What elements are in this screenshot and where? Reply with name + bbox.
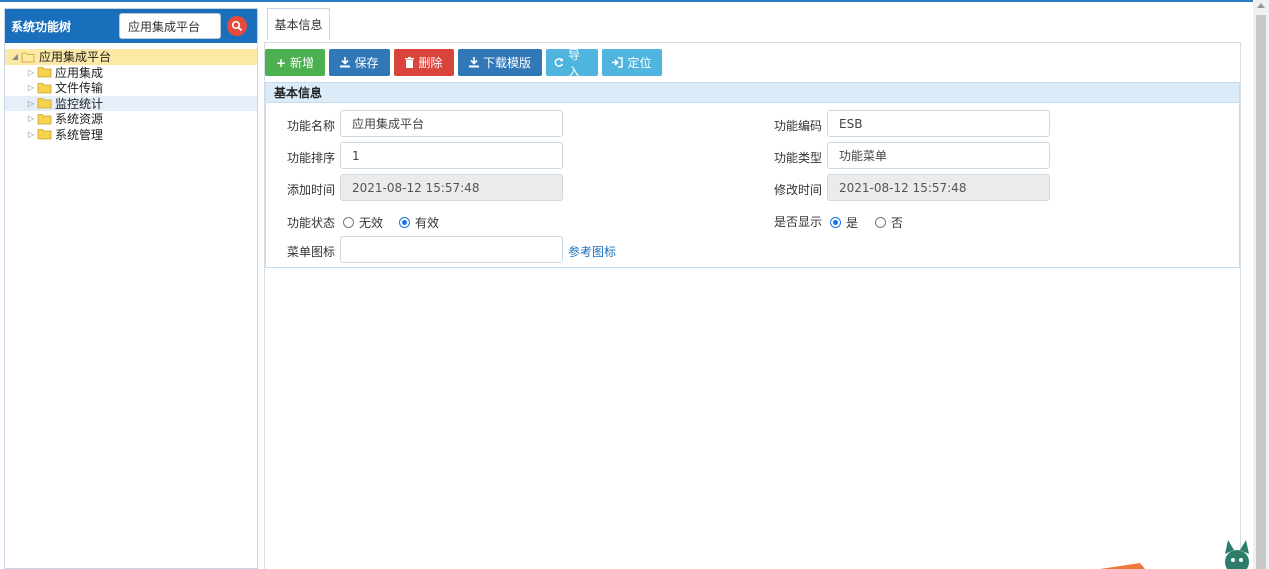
expanded-triangle-icon[interactable]: ◢ xyxy=(9,51,21,63)
locate-button[interactable]: 定位 xyxy=(602,49,662,76)
radio-circle-selected[interactable] xyxy=(399,217,410,228)
folder-icon xyxy=(37,129,52,140)
tab-basic-info[interactable]: 基本信息 xyxy=(267,8,330,40)
radio-circle[interactable] xyxy=(875,217,886,228)
locate-button-label: 定位 xyxy=(627,56,652,70)
basic-info-section: 基本信息 功能名称 应用集成平台 功能编码 ESB 功能排序 1 功能类型 功能… xyxy=(265,82,1240,268)
app-root: 系统功能树 ◢ 应用集成平台 ▷ xyxy=(0,0,1269,569)
tree-node-child[interactable]: ▷ 系统资源 xyxy=(5,111,257,127)
status-radio-invalid[interactable]: 无效 xyxy=(343,214,383,231)
download-template-label: 下载模版 xyxy=(482,56,531,70)
collapsed-triangle-icon[interactable]: ▷ xyxy=(25,128,37,140)
modify-time-field: 2021-08-12 15:57:48 xyxy=(827,174,1050,201)
sidebar-title: 系统功能树 xyxy=(11,19,72,34)
delete-button[interactable]: 删除 xyxy=(394,49,454,76)
function-type-input[interactable]: 功能菜单 xyxy=(827,142,1050,169)
download-template-button[interactable]: 下载模版 xyxy=(458,49,542,76)
function-type-label: 功能类型 xyxy=(774,151,823,165)
folder-open-icon xyxy=(21,52,35,63)
menu-icon-label: 菜单图标 xyxy=(287,245,336,259)
toolbar: + 新增 保存 删除 下载模版 导入 定位 xyxy=(265,48,662,79)
tree-node-label: 监控统计 xyxy=(55,96,104,111)
tab-strip: 基本信息 xyxy=(267,8,1241,40)
scroll-up-arrow-icon[interactable] xyxy=(1257,3,1265,8)
mascot-decoration-icon xyxy=(1100,540,1249,569)
radio-circle[interactable] xyxy=(343,217,354,228)
scrollbar-thumb[interactable] xyxy=(1256,15,1266,569)
add-button-label: 新增 xyxy=(290,56,315,70)
tree-node-child[interactable]: ▷ 系统管理 xyxy=(5,127,257,143)
folder-icon xyxy=(37,113,52,125)
download-icon xyxy=(468,57,479,68)
import-button[interactable]: 导入 xyxy=(546,48,598,79)
reference-icon-link[interactable]: 参考图标 xyxy=(568,243,616,260)
search-button[interactable] xyxy=(227,16,247,36)
trash-icon xyxy=(405,57,415,68)
tree-node-label: 系统管理 xyxy=(55,127,104,142)
sidebar-header: 系统功能树 xyxy=(5,9,257,43)
function-name-input[interactable]: 应用集成平台 xyxy=(340,110,563,137)
section-title: 基本信息 xyxy=(266,83,1239,103)
radio-label: 无效 xyxy=(359,216,384,230)
function-order-input[interactable]: 1 xyxy=(340,142,563,169)
radio-label: 是 xyxy=(846,216,859,230)
function-status-label: 功能状态 xyxy=(287,216,336,230)
display-radio-yes[interactable]: 是 xyxy=(830,214,858,231)
search-icon xyxy=(231,20,243,32)
download-icon xyxy=(340,57,351,68)
tree-node-child[interactable]: ▷ 文件传输 xyxy=(5,80,257,96)
main-panel: + 新增 保存 删除 下载模版 导入 定位 基本信息 功能名称 应用集成平台 功… xyxy=(264,42,1241,569)
import-button-label: 导入 xyxy=(568,47,581,79)
menu-icon-input[interactable] xyxy=(340,236,563,263)
function-code-input[interactable]: ESB xyxy=(827,110,1050,137)
collapsed-triangle-icon[interactable]: ▷ xyxy=(25,66,37,78)
tree-node-root[interactable]: ◢ 应用集成平台 xyxy=(5,49,257,65)
tree-node-label: 应用集成 xyxy=(55,65,104,80)
tree-node-label: 文件传输 xyxy=(55,81,104,96)
collapsed-triangle-icon[interactable]: ▷ xyxy=(25,82,37,94)
plus-icon: + xyxy=(275,55,287,70)
function-name-label: 功能名称 xyxy=(287,119,336,133)
tree-node-label: 应用集成平台 xyxy=(39,50,112,65)
save-button[interactable]: 保存 xyxy=(329,49,390,76)
folder-icon xyxy=(37,98,52,109)
radio-label: 有效 xyxy=(415,216,440,230)
tree-node-child[interactable]: ▷ 监控统计 xyxy=(5,95,257,111)
add-time-label: 添加时间 xyxy=(287,183,336,197)
add-button[interactable]: + 新增 xyxy=(265,49,325,76)
modify-time-label: 修改时间 xyxy=(774,183,823,197)
sign-in-icon xyxy=(612,57,624,68)
tree-search-input[interactable] xyxy=(119,13,221,39)
vertical-scrollbar[interactable] xyxy=(1253,0,1269,569)
collapsed-triangle-icon[interactable]: ▷ xyxy=(25,113,37,125)
folder-icon xyxy=(37,82,52,94)
tree-node-child[interactable]: ▷ 应用集成 xyxy=(5,65,257,81)
radio-circle-selected[interactable] xyxy=(830,217,841,228)
function-code-label: 功能编码 xyxy=(774,119,823,133)
function-tree-panel: 系统功能树 ◢ 应用集成平台 ▷ xyxy=(4,8,258,569)
collapsed-triangle-icon[interactable]: ▷ xyxy=(25,97,37,109)
function-order-label: 功能排序 xyxy=(287,151,336,165)
display-label: 是否显示 xyxy=(774,215,823,229)
status-radio-valid[interactable]: 有效 xyxy=(399,214,439,231)
tree-node-label: 系统资源 xyxy=(55,112,104,127)
top-accent-line xyxy=(0,0,1269,2)
display-radio-no[interactable]: 否 xyxy=(875,214,903,231)
save-button-label: 保存 xyxy=(354,56,379,70)
folder-icon xyxy=(37,67,52,78)
add-time-field: 2021-08-12 15:57:48 xyxy=(340,174,563,201)
refresh-icon xyxy=(554,58,564,67)
function-tree: ◢ 应用集成平台 ▷ 应用集成 ▷ 文件传输 ▷ 监控统计 ▷ 系统资源 ▷ 系… xyxy=(5,43,257,142)
radio-label: 否 xyxy=(891,216,904,230)
delete-button-label: 删除 xyxy=(418,56,443,70)
